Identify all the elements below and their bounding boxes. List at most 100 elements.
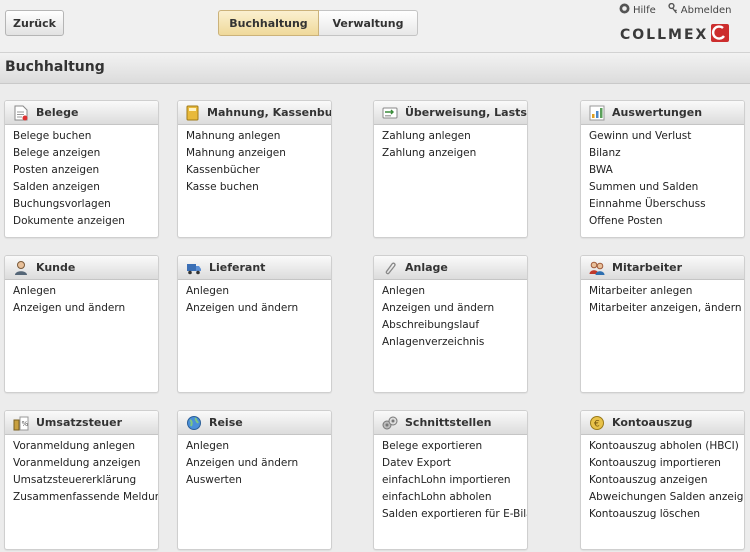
menu-item[interactable]: Einnahme Überschuss	[589, 196, 744, 213]
tab-verwaltung[interactable]: Verwaltung	[319, 10, 418, 36]
panel-title: Belege	[36, 106, 79, 119]
top-bar: Zurück Buchhaltung Verwaltung Hilfe Abme…	[0, 0, 750, 52]
globe-icon	[186, 415, 202, 431]
menu-item[interactable]: Anlegen	[186, 438, 331, 455]
panel-header: Auswertungen	[581, 101, 744, 125]
menu-item[interactable]: Dokumente anzeigen	[13, 213, 158, 230]
menu-item[interactable]: Gewinn und Verlust	[589, 128, 744, 145]
panel-header: Anlage	[374, 256, 527, 280]
transfer-icon	[382, 105, 398, 121]
panel-header: Reise	[178, 411, 331, 435]
menu-item[interactable]: Mahnung anlegen	[186, 128, 331, 145]
tab-buchhaltung[interactable]: Buchhaltung	[218, 10, 319, 36]
panel-title: Überweisung, Lastschrift	[405, 106, 527, 119]
panel-header: Mahnung, Kassenbuch	[178, 101, 331, 125]
logo-text: COLLMEX	[620, 26, 709, 43]
menu-item[interactable]: Belege exportieren	[382, 438, 527, 455]
menu-item[interactable]: Abschreibungslauf	[382, 317, 527, 334]
menu-item[interactable]: Kontoauszug löschen	[589, 506, 744, 523]
document-icon	[13, 105, 29, 121]
menu-item[interactable]: Mitarbeiter anzeigen, ändern	[589, 300, 744, 317]
menu-item[interactable]: Anlegen	[382, 283, 527, 300]
menu-item[interactable]: Zahlung anzeigen	[382, 145, 527, 162]
truck-icon	[186, 260, 202, 276]
paperclip-icon	[382, 260, 398, 276]
page-header: Buchhaltung	[0, 52, 750, 84]
panel-title: Mitarbeiter	[612, 261, 683, 274]
panel-title: Reise	[209, 416, 243, 429]
menu-item[interactable]: Buchungsvorlagen	[13, 196, 158, 213]
panel-kunde: Kunde Anlegen Anzeigen und ändern	[4, 255, 159, 393]
coin-icon: €	[589, 415, 605, 431]
logout-label: Abmelden	[680, 4, 732, 16]
menu-item[interactable]: Salden exportieren für E-Bilanz	[382, 506, 527, 523]
menu-item[interactable]: Anzeigen und ändern	[186, 455, 331, 472]
panel-title: Auswertungen	[612, 106, 703, 119]
menu-item[interactable]: Kasse buchen	[186, 179, 331, 196]
panel-header: Kunde	[5, 256, 158, 280]
svg-text:%: %	[22, 420, 29, 428]
key-icon	[668, 2, 681, 17]
menu-item[interactable]: Summen und Salden	[589, 179, 744, 196]
menu-item[interactable]: Anzeigen und ändern	[186, 300, 331, 317]
help-icon	[619, 3, 633, 17]
menu-item[interactable]: Kassenbücher	[186, 162, 331, 179]
panel-anlage: Anlage Anlegen Anzeigen und ändern Absch…	[373, 255, 528, 393]
back-button[interactable]: Zurück	[5, 10, 64, 36]
panel-title: Kunde	[36, 261, 76, 274]
panel-header: Belege	[5, 101, 158, 125]
panel-title: Kontoauszug	[612, 416, 693, 429]
report-icon	[589, 105, 605, 121]
panel-mahnung-kassenbuch: Mahnung, Kassenbuch Mahnung anlegen Mahn…	[177, 100, 332, 238]
menu-item[interactable]: Belege anzeigen	[13, 145, 158, 162]
logout-link[interactable]: Abmelden	[668, 2, 732, 17]
menu-item[interactable]: Anlegen	[13, 283, 158, 300]
menu-item[interactable]: einfachLohn abholen	[382, 489, 527, 506]
help-link[interactable]: Hilfe	[619, 3, 656, 17]
menu-item[interactable]: Voranmeldung anzeigen	[13, 455, 158, 472]
menu-item[interactable]: Salden anzeigen	[13, 179, 158, 196]
menu-item[interactable]: Abweichungen Salden anzeigen	[589, 489, 744, 506]
menu-item[interactable]: Umsatzsteuererklärung	[13, 472, 158, 489]
menu-item[interactable]: Mahnung anzeigen	[186, 145, 331, 162]
menu-item[interactable]: Zusammenfassende Meldung	[13, 489, 158, 506]
menu-item[interactable]: Kontoauszug importieren	[589, 455, 744, 472]
menu-item[interactable]: Anzeigen und ändern	[382, 300, 527, 317]
panel-header: % Umsatzsteuer	[5, 411, 158, 435]
menu-item[interactable]: Auswerten	[186, 472, 331, 489]
employees-icon	[589, 260, 605, 276]
help-label: Hilfe	[633, 4, 656, 16]
panel-ueberweisung-lastschrift: Überweisung, Lastschrift Zahlung anlegen…	[373, 100, 528, 238]
panel-header: Mitarbeiter	[581, 256, 744, 280]
panel-title: Umsatzsteuer	[36, 416, 123, 429]
menu-item[interactable]: Voranmeldung anlegen	[13, 438, 158, 455]
collmex-logo: COLLMEX	[620, 24, 730, 45]
menu-item[interactable]: Anlagenverzeichnis	[382, 334, 527, 351]
panel-reise: Reise Anlegen Anzeigen und ändern Auswer…	[177, 410, 332, 550]
panel-header: Lieferant	[178, 256, 331, 280]
panel-header: Schnittstellen	[374, 411, 527, 435]
panel-belege: Belege Belege buchen Belege anzeigen Pos…	[4, 100, 159, 238]
folder-icon	[186, 105, 200, 121]
menu-item[interactable]: Zahlung anlegen	[382, 128, 527, 145]
menu-item[interactable]: einfachLohn importieren	[382, 472, 527, 489]
top-links: Hilfe Abmelden	[619, 2, 743, 17]
menu-item[interactable]: Offene Posten	[589, 213, 744, 230]
panel-header: € Kontoauszug	[581, 411, 744, 435]
panel-title: Schnittstellen	[405, 416, 492, 429]
menu-item[interactable]: Kontoauszug anzeigen	[589, 472, 744, 489]
menu-item[interactable]: Bilanz	[589, 145, 744, 162]
menu-item[interactable]: Anzeigen und ändern	[13, 300, 158, 317]
panel-umsatzsteuer: % Umsatzsteuer Voranmeldung anlegen Vora…	[4, 410, 159, 550]
menu-item[interactable]: Kontoauszug abholen (HBCI)	[589, 438, 744, 455]
menu-item[interactable]: BWA	[589, 162, 744, 179]
menu-item[interactable]: Belege buchen	[13, 128, 158, 145]
panel-header: Überweisung, Lastschrift	[374, 101, 527, 125]
menu-item[interactable]: Mitarbeiter anlegen	[589, 283, 744, 300]
menu-item[interactable]: Datev Export	[382, 455, 527, 472]
panel-mitarbeiter: Mitarbeiter Mitarbeiter anlegen Mitarbei…	[580, 255, 745, 393]
panel-title: Anlage	[405, 261, 448, 274]
menu-item[interactable]: Posten anzeigen	[13, 162, 158, 179]
interface-icon	[382, 415, 398, 431]
menu-item[interactable]: Anlegen	[186, 283, 331, 300]
